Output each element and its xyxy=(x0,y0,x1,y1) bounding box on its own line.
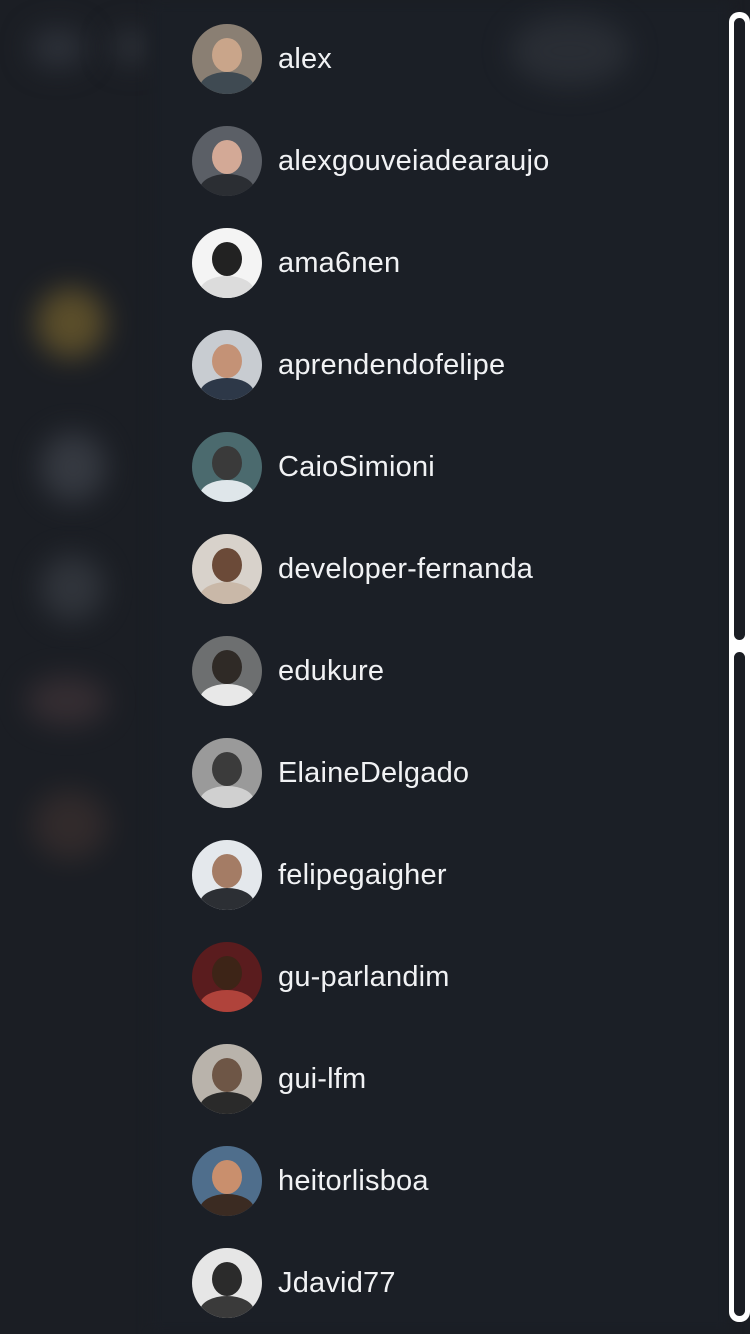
username: ElaineDelgado xyxy=(278,756,470,789)
avatar xyxy=(192,636,262,706)
blurred-shape xyxy=(40,555,104,621)
avatar xyxy=(192,330,262,400)
list-item[interactable]: CaioSimioni xyxy=(192,431,435,503)
avatar xyxy=(192,534,262,604)
list-item[interactable]: developer-fernanda xyxy=(192,533,533,605)
avatar xyxy=(192,1248,262,1318)
avatar xyxy=(192,1044,262,1114)
username: gu-parlandim xyxy=(278,960,450,993)
username: alexgouveiadearaujo xyxy=(278,144,550,177)
list-item[interactable]: heitorlisboa xyxy=(192,1145,429,1217)
username: aprendendofelipe xyxy=(278,348,506,381)
blurred-shape xyxy=(110,30,154,64)
avatar xyxy=(192,942,262,1012)
list-item[interactable]: gui-lfm xyxy=(192,1043,366,1115)
list-item[interactable]: felipegaigher xyxy=(192,839,447,911)
avatar xyxy=(192,228,262,298)
list-item[interactable]: aprendendofelipe xyxy=(192,329,505,401)
blurred-shape xyxy=(40,432,106,502)
avatar xyxy=(192,126,262,196)
scrollbar[interactable] xyxy=(729,12,750,1322)
screen: alex alexgouveiadearaujo ama6nen aprende… xyxy=(0,0,750,1334)
username: heitorlisboa xyxy=(278,1164,429,1197)
user-list-panel: alex alexgouveiadearaujo ama6nen aprende… xyxy=(160,0,726,1334)
username: edukure xyxy=(278,654,385,687)
scrollbar-thumb[interactable] xyxy=(734,18,745,640)
avatar xyxy=(192,1146,262,1216)
username: alex xyxy=(278,42,332,75)
blurred-shape xyxy=(26,676,108,726)
avatar xyxy=(192,24,262,94)
blurred-background xyxy=(0,0,170,1334)
list-item[interactable]: alex xyxy=(192,23,332,95)
avatar xyxy=(192,432,262,502)
list-item[interactable]: gu-parlandim xyxy=(192,941,450,1013)
list-item[interactable]: alexgouveiadearaujo xyxy=(192,125,549,197)
blurred-shape xyxy=(36,288,106,358)
username: developer-fernanda xyxy=(278,552,534,585)
list-item[interactable]: Jdavid77 xyxy=(192,1247,396,1319)
list-item[interactable]: edukure xyxy=(192,635,384,707)
username: gui-lfm xyxy=(278,1062,367,1095)
avatar xyxy=(192,840,262,910)
username: Jdavid77 xyxy=(278,1266,396,1299)
list-item[interactable]: ElaineDelgado xyxy=(192,737,469,809)
avatar xyxy=(192,738,262,808)
username: felipegaigher xyxy=(278,858,447,891)
username: CaioSimioni xyxy=(278,450,435,483)
blurred-shape xyxy=(32,790,108,860)
list-item[interactable]: ama6nen xyxy=(192,227,400,299)
username: ama6nen xyxy=(278,246,401,279)
scrollbar-track[interactable] xyxy=(734,652,745,1316)
blurred-shape xyxy=(30,28,86,68)
